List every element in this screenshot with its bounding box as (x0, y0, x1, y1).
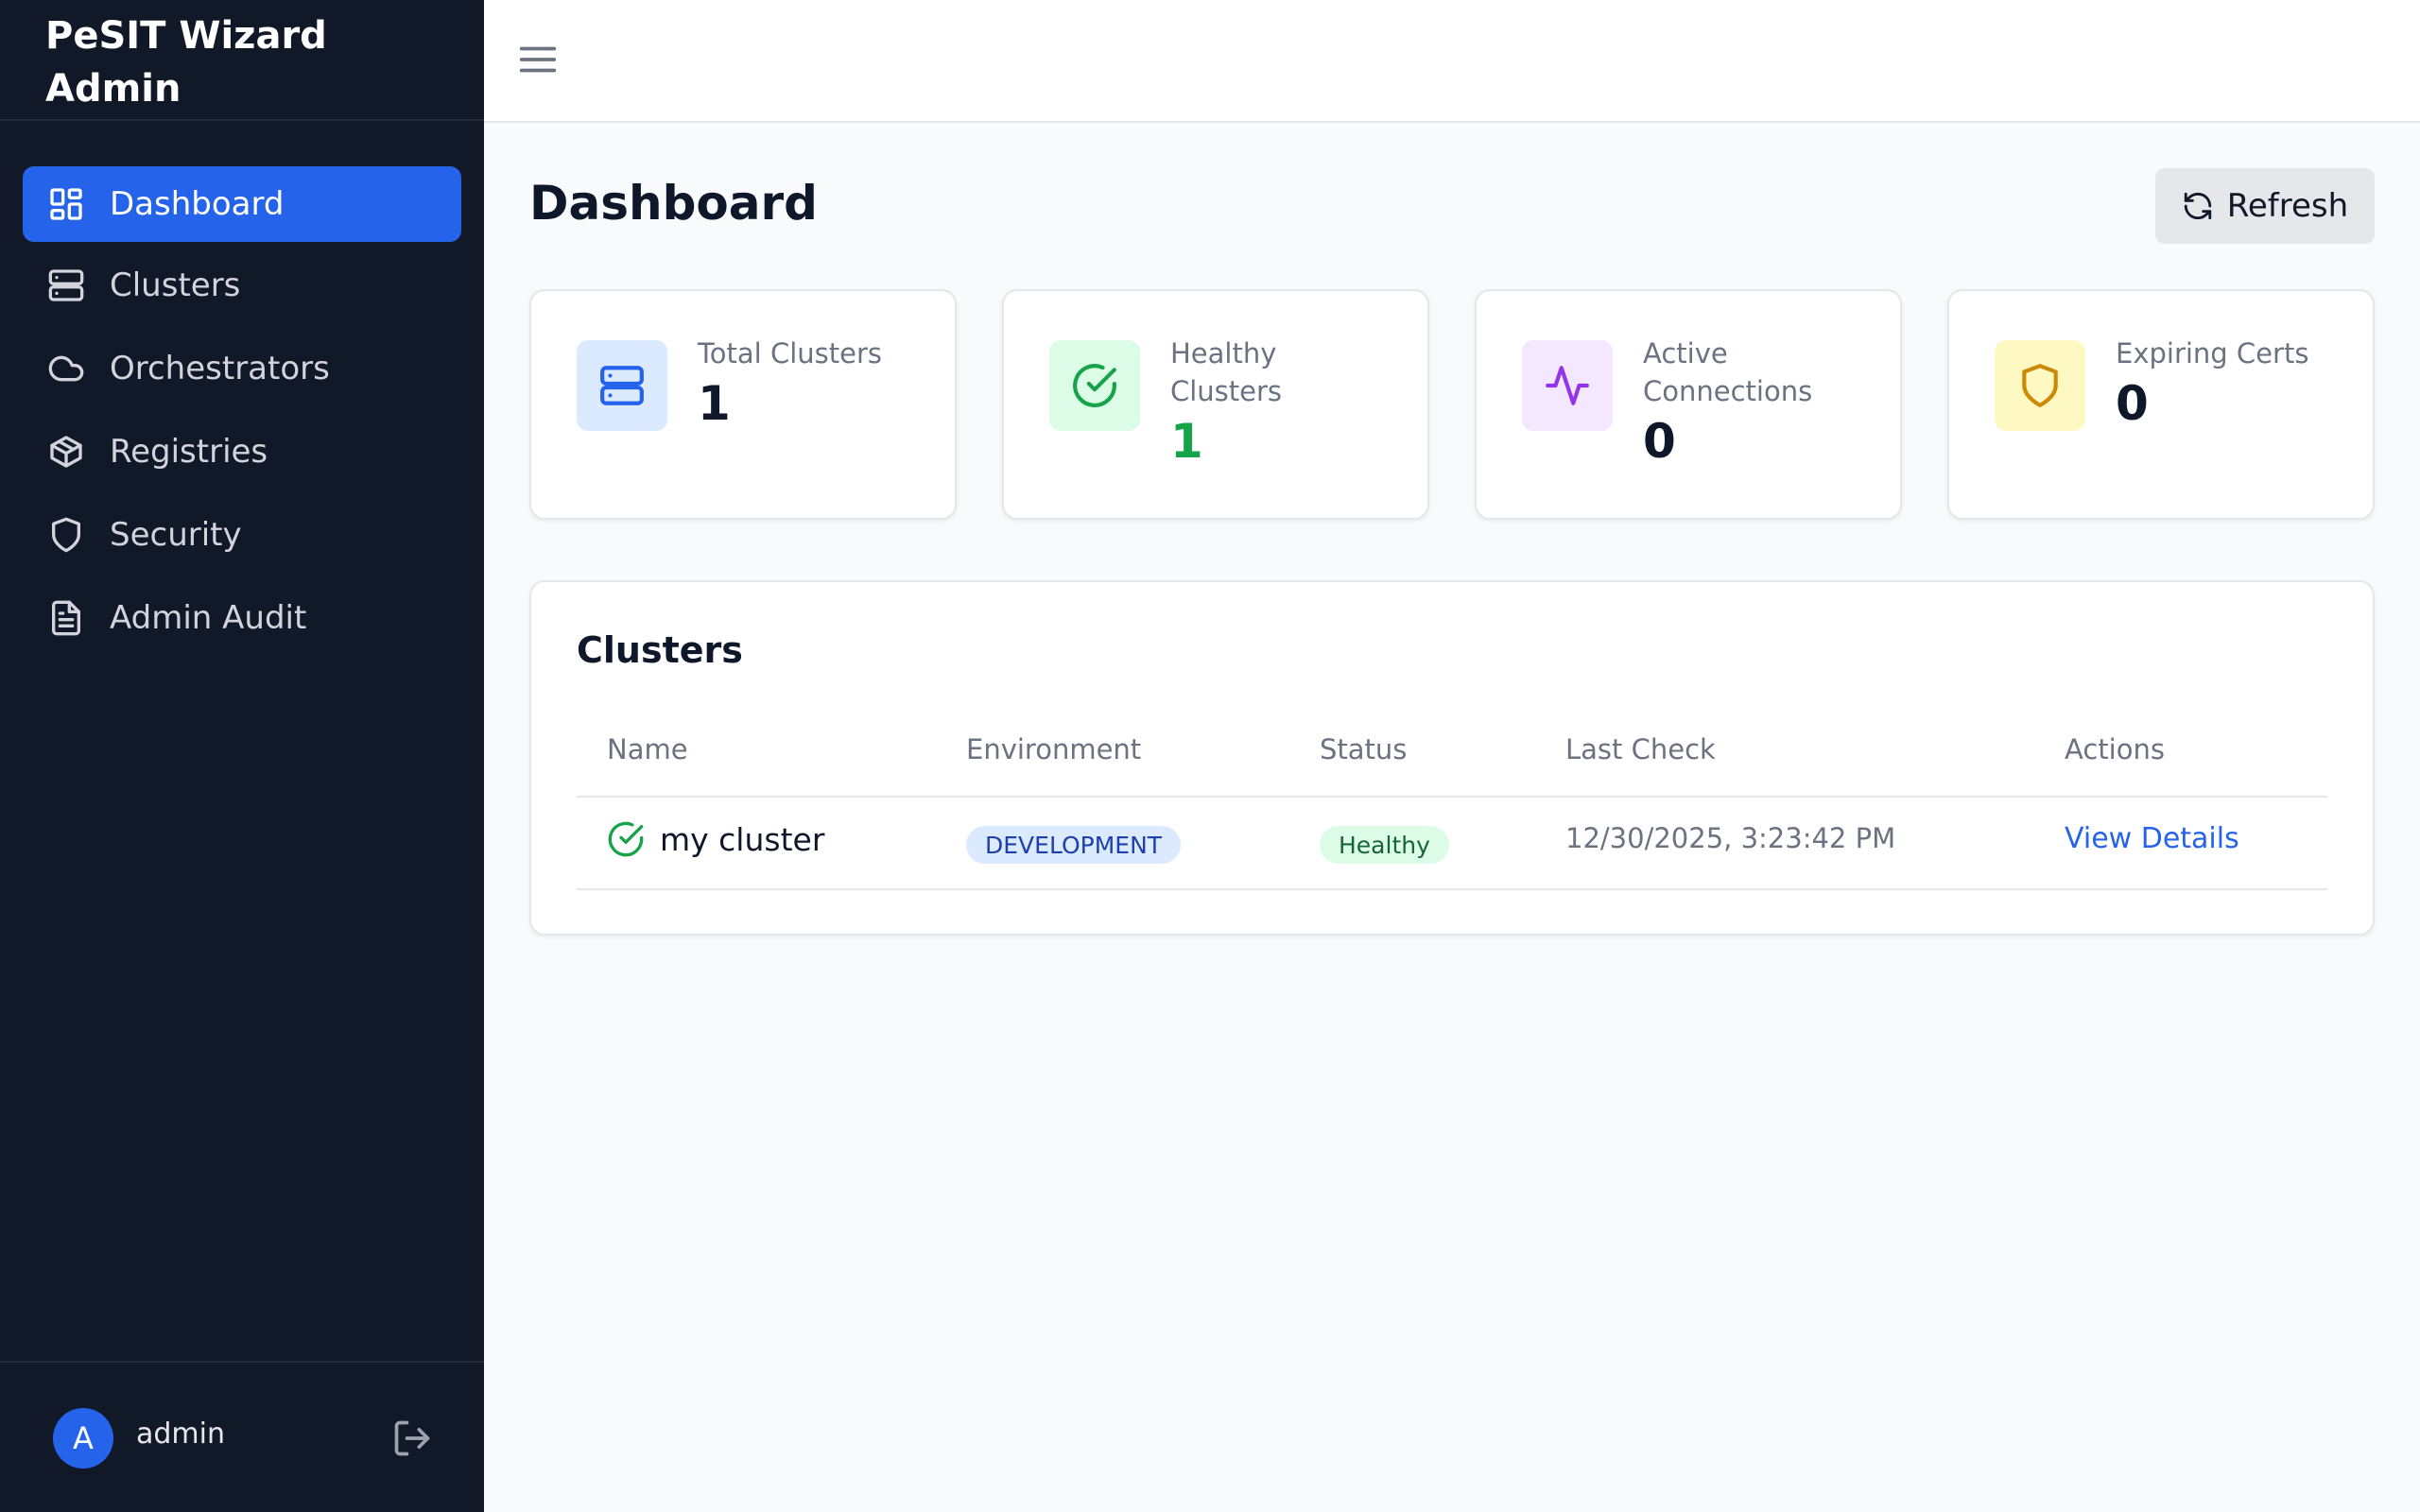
sidebar-item-orchestrators[interactable]: Orchestrators (23, 331, 461, 406)
sidebar-item-label: Dashboard (110, 185, 285, 223)
menu-toggle-button[interactable] (516, 38, 560, 81)
check-circle-icon (608, 821, 644, 857)
stat-value: 0 (2116, 376, 2149, 431)
view-details-link[interactable]: View Details (2065, 822, 2239, 855)
top-bar (484, 0, 2420, 123)
sidebar-item-label: Admin Audit (110, 599, 307, 637)
stat-card-healthy-clusters: Healthy Clusters 1 (1002, 289, 1429, 520)
stat-label: Active Connections (1643, 337, 1813, 407)
logout-button[interactable] (391, 1418, 433, 1459)
sidebar-item-dashboard[interactable]: Dashboard (23, 166, 461, 242)
app-title: PeSIT Wizard Admin (45, 14, 327, 111)
stat-label: Healthy Clusters (1170, 337, 1283, 407)
logout-icon (394, 1420, 430, 1456)
avatar[interactable]: A (53, 1408, 113, 1469)
refresh-button[interactable]: Refresh (2155, 168, 2375, 244)
sidebar-item-label: Security (110, 516, 242, 554)
clusters-panel: Clusters Name Environment Status Last Ch… (529, 580, 2375, 936)
sidebar-footer: A admin (0, 1361, 484, 1512)
cloud-icon (47, 350, 85, 387)
column-header-last-check: Last Check (1565, 733, 1716, 765)
sidebar-item-label: Registries (110, 433, 268, 471)
document-icon (47, 599, 85, 637)
column-header-actions: Actions (2065, 733, 2165, 765)
username: admin (136, 1418, 225, 1451)
hamburger-menu-icon (519, 46, 557, 73)
column-header-environment: Environment (966, 733, 1142, 765)
server-icon (577, 340, 667, 431)
panel-title: Clusters (577, 629, 743, 671)
page-title: Dashboard (529, 176, 818, 231)
sidebar-item-security[interactable]: Security (23, 497, 461, 573)
stat-value: 1 (1170, 414, 1203, 469)
brand: PeSIT Wizard Admin (0, 0, 484, 121)
table-header-divider (577, 796, 2327, 798)
stat-value: 1 (698, 376, 731, 431)
dashboard-grid-icon (47, 185, 85, 223)
sidebar-nav: Dashboard Clusters Orchestrators Registr… (0, 121, 484, 637)
check-circle-icon (1049, 340, 1140, 431)
refresh-label: Refresh (2226, 187, 2349, 225)
last-check-cell: 12/30/2025, 3:23:42 PM (1565, 822, 1896, 854)
stat-label: Expiring Certs (2116, 337, 2309, 369)
server-icon (47, 266, 85, 304)
stat-label: Total Clusters (698, 337, 882, 369)
sidebar-item-clusters[interactable]: Clusters (23, 248, 461, 323)
sidebar-item-label: Clusters (110, 266, 241, 304)
sidebar-item-registries[interactable]: Registries (23, 414, 461, 490)
stat-card-expiring-certs: Expiring Certs 0 (1947, 289, 2375, 520)
shield-icon (47, 516, 85, 554)
activity-icon (1522, 340, 1613, 431)
refresh-icon (2184, 192, 2211, 220)
environment-badge: DEVELOPMENT (966, 826, 1182, 864)
stat-card-active-connections: Active Connections 0 (1475, 289, 1902, 520)
sidebar-item-admin-audit[interactable]: Admin Audit (23, 580, 461, 656)
cluster-name-cell[interactable]: my cluster (607, 820, 824, 858)
column-header-name: Name (607, 733, 688, 765)
stat-card-total-clusters: Total Clusters 1 (529, 289, 957, 520)
status-badge: Healthy (1320, 826, 1449, 864)
column-header-status: Status (1320, 733, 1408, 765)
cluster-name: my cluster (660, 820, 825, 858)
package-icon (47, 433, 85, 471)
sidebar: PeSIT Wizard Admin Dashboard Clusters Or… (0, 0, 484, 1512)
table-row-divider (577, 888, 2327, 890)
sidebar-item-label: Orchestrators (110, 350, 330, 387)
shield-icon (1995, 340, 2085, 431)
stat-value: 0 (1643, 414, 1676, 469)
